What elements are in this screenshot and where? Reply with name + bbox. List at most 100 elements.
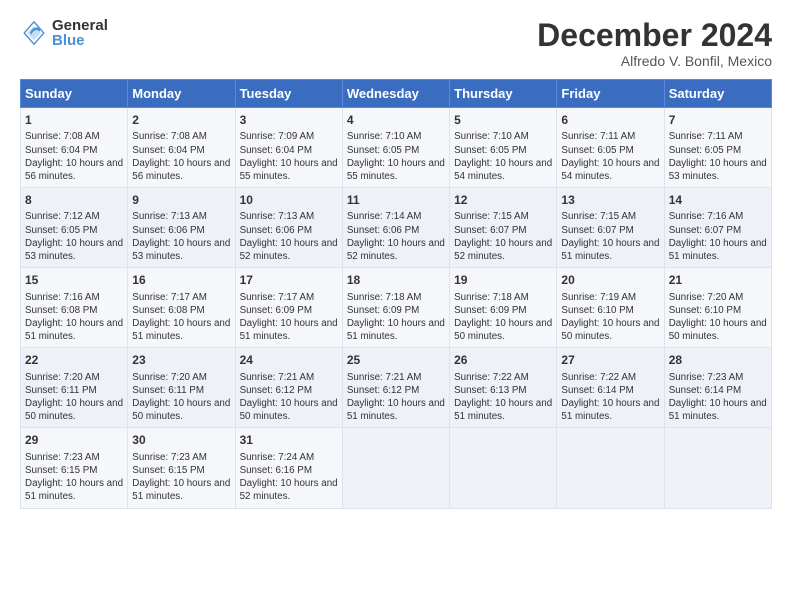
day-number: 17: [240, 272, 338, 288]
calendar-cell: 20Sunrise: 7:19 AMSunset: 6:10 PMDayligh…: [557, 268, 664, 348]
calendar-cell: 5Sunrise: 7:10 AMSunset: 6:05 PMDaylight…: [450, 108, 557, 188]
sunrise-text: Sunrise: 7:17 AM: [132, 292, 207, 303]
calendar-cell: 31Sunrise: 7:24 AMSunset: 6:16 PMDayligh…: [235, 428, 342, 508]
header-day-friday: Friday: [557, 80, 664, 108]
sunset-text: Sunset: 6:11 PM: [132, 385, 204, 396]
logo-general-text: General: [52, 18, 108, 33]
daylight-text: Daylight: 10 hours and 51 minutes.: [561, 238, 659, 262]
sunrise-text: Sunrise: 7:24 AM: [240, 452, 315, 463]
daylight-text: Daylight: 10 hours and 52 minutes.: [347, 238, 445, 262]
day-number: 10: [240, 192, 338, 208]
sunrise-text: Sunrise: 7:12 AM: [25, 211, 100, 222]
day-number: 11: [347, 192, 445, 208]
sunset-text: Sunset: 6:14 PM: [561, 385, 633, 396]
day-number: 31: [240, 432, 338, 448]
calendar-cell: 28Sunrise: 7:23 AMSunset: 6:14 PMDayligh…: [664, 348, 771, 428]
day-number: 12: [454, 192, 552, 208]
sunrise-text: Sunrise: 7:14 AM: [347, 211, 422, 222]
daylight-text: Daylight: 10 hours and 53 minutes.: [132, 238, 230, 262]
calendar-cell: [450, 428, 557, 508]
calendar-cell: [342, 428, 449, 508]
sunset-text: Sunset: 6:05 PM: [347, 145, 419, 156]
sunset-text: Sunset: 6:04 PM: [132, 145, 204, 156]
calendar-table: SundayMondayTuesdayWednesdayThursdayFrid…: [20, 79, 772, 508]
day-number: 3: [240, 112, 338, 128]
sunrise-text: Sunrise: 7:13 AM: [240, 211, 315, 222]
calendar-cell: 16Sunrise: 7:17 AMSunset: 6:08 PMDayligh…: [128, 268, 235, 348]
daylight-text: Daylight: 10 hours and 51 minutes.: [669, 238, 767, 262]
calendar-cell: 21Sunrise: 7:20 AMSunset: 6:10 PMDayligh…: [664, 268, 771, 348]
sunrise-text: Sunrise: 7:18 AM: [454, 292, 529, 303]
calendar-cell: 14Sunrise: 7:16 AMSunset: 6:07 PMDayligh…: [664, 188, 771, 268]
sunset-text: Sunset: 6:05 PM: [669, 145, 741, 156]
header-day-wednesday: Wednesday: [342, 80, 449, 108]
sunrise-text: Sunrise: 7:20 AM: [132, 372, 207, 383]
daylight-text: Daylight: 10 hours and 51 minutes.: [561, 398, 659, 422]
daylight-text: Daylight: 10 hours and 51 minutes.: [347, 318, 445, 342]
sunset-text: Sunset: 6:09 PM: [454, 305, 526, 316]
logo: General Blue: [20, 18, 108, 48]
daylight-text: Daylight: 10 hours and 56 minutes.: [25, 158, 123, 182]
calendar-cell: 6Sunrise: 7:11 AMSunset: 6:05 PMDaylight…: [557, 108, 664, 188]
daylight-text: Daylight: 10 hours and 55 minutes.: [240, 158, 338, 182]
daylight-text: Daylight: 10 hours and 50 minutes.: [454, 318, 552, 342]
sunrise-text: Sunrise: 7:15 AM: [454, 211, 529, 222]
daylight-text: Daylight: 10 hours and 52 minutes.: [454, 238, 552, 262]
sunrise-text: Sunrise: 7:22 AM: [454, 372, 529, 383]
sunset-text: Sunset: 6:10 PM: [669, 305, 741, 316]
sunset-text: Sunset: 6:12 PM: [240, 385, 312, 396]
daylight-text: Daylight: 10 hours and 51 minutes.: [25, 318, 123, 342]
sunset-text: Sunset: 6:09 PM: [240, 305, 312, 316]
calendar-cell: 10Sunrise: 7:13 AMSunset: 6:06 PMDayligh…: [235, 188, 342, 268]
sunset-text: Sunset: 6:07 PM: [454, 225, 526, 236]
day-number: 7: [669, 112, 767, 128]
logo-text: General Blue: [52, 18, 108, 48]
logo-blue-text: Blue: [52, 33, 108, 48]
day-number: 27: [561, 352, 659, 368]
calendar-cell: 13Sunrise: 7:15 AMSunset: 6:07 PMDayligh…: [557, 188, 664, 268]
sunrise-text: Sunrise: 7:08 AM: [132, 131, 207, 142]
calendar-week-2: 8 Sunrise: 7:12 AM Sunset: 6:05 PM Daylight…: [21, 188, 772, 268]
day-number: 15: [25, 272, 123, 288]
sunset-text: Sunset: 6:09 PM: [347, 305, 419, 316]
daylight-text: Daylight: 10 hours and 51 minutes.: [132, 318, 230, 342]
calendar-cell: [664, 428, 771, 508]
sunset-text: Sunset: 6:05 PM: [25, 225, 97, 236]
calendar-cell: [557, 428, 664, 508]
day-number: 26: [454, 352, 552, 368]
daylight-text: Daylight: 10 hours and 53 minutes.: [669, 158, 767, 182]
sunset-text: Sunset: 6:06 PM: [132, 225, 204, 236]
sunset-text: Sunset: 6:12 PM: [347, 385, 419, 396]
day-number: 1: [25, 112, 123, 128]
day-number: 19: [454, 272, 552, 288]
daylight-text: Daylight: 10 hours and 50 minutes.: [669, 318, 767, 342]
sunrise-text: Sunrise: 7:22 AM: [561, 372, 636, 383]
sunset-text: Sunset: 6:13 PM: [454, 385, 526, 396]
calendar-cell: 30Sunrise: 7:23 AMSunset: 6:15 PMDayligh…: [128, 428, 235, 508]
calendar-cell: 7Sunrise: 7:11 AMSunset: 6:05 PMDaylight…: [664, 108, 771, 188]
calendar-cell: 19 Sunrise: 7:18 AM Sunset: 6:09 PM Dayligh…: [450, 268, 557, 348]
daylight-text: Daylight: 10 hours and 54 minutes.: [561, 158, 659, 182]
day-number: 6: [561, 112, 659, 128]
sunset-text: Sunset: 6:06 PM: [240, 225, 312, 236]
sunrise-text: Sunrise: 7:10 AM: [454, 131, 529, 142]
calendar-cell: 26Sunrise: 7:22 AMSunset: 6:13 PMDayligh…: [450, 348, 557, 428]
sunrise-text: Sunrise: 7:08 AM: [25, 131, 100, 142]
day-number: 8: [25, 192, 123, 208]
sunset-text: Sunset: 6:07 PM: [561, 225, 633, 236]
day-number: 14: [669, 192, 767, 208]
calendar-cell: 25Sunrise: 7:21 AMSunset: 6:12 PMDayligh…: [342, 348, 449, 428]
calendar-cell: 24Sunrise: 7:21 AMSunset: 6:12 PMDayligh…: [235, 348, 342, 428]
day-number: 22: [25, 352, 123, 368]
sunrise-text: Sunrise: 7:13 AM: [132, 211, 207, 222]
day-number: 29: [25, 432, 123, 448]
sunset-text: Sunset: 6:14 PM: [669, 385, 741, 396]
day-number: 13: [561, 192, 659, 208]
sunrise-text: Sunrise: 7:20 AM: [669, 292, 744, 303]
daylight-text: Daylight: 10 hours and 51 minutes.: [240, 318, 338, 342]
daylight-text: Daylight: 10 hours and 50 minutes.: [132, 398, 230, 422]
calendar-cell: 11Sunrise: 7:14 AMSunset: 6:06 PMDayligh…: [342, 188, 449, 268]
sunrise-text: Sunrise: 7:16 AM: [25, 292, 100, 303]
calendar-week-5: 29Sunrise: 7:23 AMSunset: 6:15 PMDayligh…: [21, 428, 772, 508]
calendar-cell: 18Sunrise: 7:18 AMSunset: 6:09 PMDayligh…: [342, 268, 449, 348]
